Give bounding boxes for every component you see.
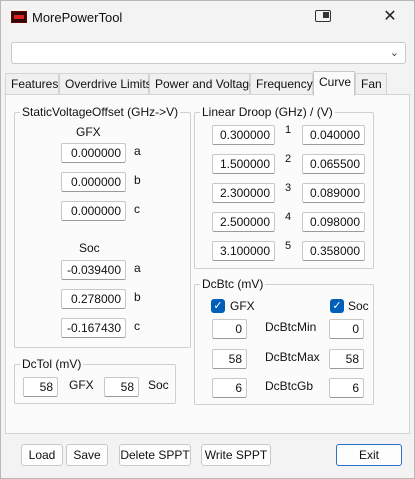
tab-curve[interactable]: Curve — [313, 71, 355, 96]
dcbtc-soc-checkbox[interactable]: ✓ — [330, 299, 344, 313]
droop-ghz-4-input[interactable]: 2.500000 — [212, 212, 275, 232]
droop-index-3: 3 — [285, 182, 292, 194]
droop-ghz-1-input[interactable]: 0.300000 — [212, 125, 275, 145]
svo-soc-a-input[interactable]: -0.039400 — [61, 260, 126, 280]
svo-soc-c-input[interactable]: -0.167430 — [61, 318, 126, 338]
dcbtc-group-title: DcBtc (mV) — [200, 277, 266, 291]
chevron-down-icon: ⌄ — [389, 47, 399, 59]
dcbtc-gb-soc-input[interactable]: 6 — [329, 378, 364, 398]
svo-gfx-c-input[interactable]: 0.000000 — [61, 201, 126, 221]
droop-index-4: 4 — [285, 211, 292, 223]
tab-fan[interactable]: Fan — [355, 73, 387, 95]
svo-gfx-a-input[interactable]: 0.000000 — [61, 143, 126, 163]
svo-soc-c-coef: c — [134, 319, 140, 333]
svo-soc-b-coef: b — [134, 290, 141, 304]
dcbtc-min-soc-input[interactable]: 0 — [329, 319, 364, 339]
dcbtc-soc-label: Soc — [348, 299, 369, 313]
droop-index-1: 1 — [285, 124, 292, 136]
droop-v-4-input[interactable]: 0.098000 — [302, 212, 365, 232]
tab-frequency[interactable]: Frequency — [250, 73, 313, 95]
droop-ghz-2-input[interactable]: 1.500000 — [212, 154, 275, 174]
dctol-soc-label: Soc — [148, 378, 169, 392]
save-button[interactable]: Save — [66, 444, 108, 466]
title-bar: MorePowerTool ✕ — [1, 1, 414, 33]
dcbtc-max-gfx-input[interactable]: 58 — [212, 349, 247, 369]
checkmark-icon: ✓ — [332, 300, 342, 312]
svo-gfx-b-input[interactable]: 0.000000 — [61, 172, 126, 192]
dctol-gfx-input[interactable]: 58 — [23, 377, 58, 397]
mpt-logo-icon — [11, 11, 27, 23]
dcbtc-max-label: DcBtcMax — [265, 350, 320, 364]
write-sppt-button[interactable]: Write SPPT — [201, 444, 271, 466]
dctol-group: DcTol (mV) 58 GFX 58 Soc — [14, 357, 176, 404]
droop-v-1-input[interactable]: 0.040000 — [302, 125, 365, 145]
svo-soc-label: Soc — [79, 241, 100, 255]
curve-tab-panel: StaticVoltageOffset (GHz->V) GFX 0.00000… — [5, 94, 410, 434]
svo-gfx-c-coef: c — [134, 202, 140, 216]
static-voltage-offset-group: StaticVoltageOffset (GHz->V) GFX 0.00000… — [14, 105, 191, 348]
dcbtc-group: DcBtc (mV) ✓ GFX ✓ Soc 0 DcBtcMin 0 58 D… — [194, 277, 374, 405]
dcbtc-gfx-label: GFX — [230, 299, 255, 313]
droop-index-2: 2 — [285, 153, 292, 165]
tab-features[interactable]: Features — [5, 73, 59, 95]
dcbtc-gb-gfx-input[interactable]: 6 — [212, 378, 247, 398]
droop-group-title: Linear Droop (GHz) / (V) — [200, 105, 335, 119]
svo-soc-a-coef: a — [134, 261, 141, 275]
svo-gfx-b-coef: b — [134, 173, 141, 187]
tab-power-and-voltage[interactable]: Power and Voltage — [149, 73, 256, 95]
dcbtc-gb-label: DcBtcGb — [265, 379, 314, 393]
device-select[interactable]: ⌄ — [11, 42, 406, 64]
svo-gfx-a-coef: a — [134, 144, 141, 158]
load-button[interactable]: Load — [21, 444, 63, 466]
svo-soc-b-input[interactable]: 0.278000 — [61, 289, 126, 309]
exit-button[interactable]: Exit — [336, 444, 402, 466]
droop-v-3-input[interactable]: 0.089000 — [302, 183, 365, 203]
snap-layout-icon[interactable] — [315, 10, 331, 22]
droop-ghz-3-input[interactable]: 2.300000 — [212, 183, 275, 203]
linear-droop-group: Linear Droop (GHz) / (V) 0.300000 1 0.04… — [194, 105, 374, 269]
droop-ghz-5-input[interactable]: 3.100000 — [212, 241, 275, 261]
dctol-soc-input[interactable]: 58 — [104, 377, 139, 397]
delete-sppt-button[interactable]: Delete SPPT — [119, 444, 191, 466]
dctol-gfx-label: GFX — [69, 378, 94, 392]
window-title: MorePowerTool — [32, 10, 123, 25]
droop-v-5-input[interactable]: 0.358000 — [302, 241, 365, 261]
droop-v-2-input[interactable]: 0.065500 — [302, 154, 365, 174]
dcbtc-max-soc-input[interactable]: 58 — [329, 349, 364, 369]
dcbtc-gfx-checkbox[interactable]: ✓ — [211, 299, 225, 313]
dcbtc-min-label: DcBtcMin — [265, 320, 317, 334]
close-icon[interactable]: ✕ — [380, 7, 400, 27]
dctol-group-title: DcTol (mV) — [20, 357, 84, 371]
checkmark-icon: ✓ — [213, 300, 223, 312]
app-window: MorePowerTool ✕ ⌄ Features Overdrive Lim… — [0, 0, 415, 479]
svo-group-title: StaticVoltageOffset (GHz->V) — [20, 105, 181, 119]
droop-index-5: 5 — [285, 240, 292, 252]
tab-overdrive-limits[interactable]: Overdrive Limits — [59, 73, 152, 95]
svo-gfx-label: GFX — [76, 125, 101, 139]
dcbtc-min-gfx-input[interactable]: 0 — [212, 319, 247, 339]
